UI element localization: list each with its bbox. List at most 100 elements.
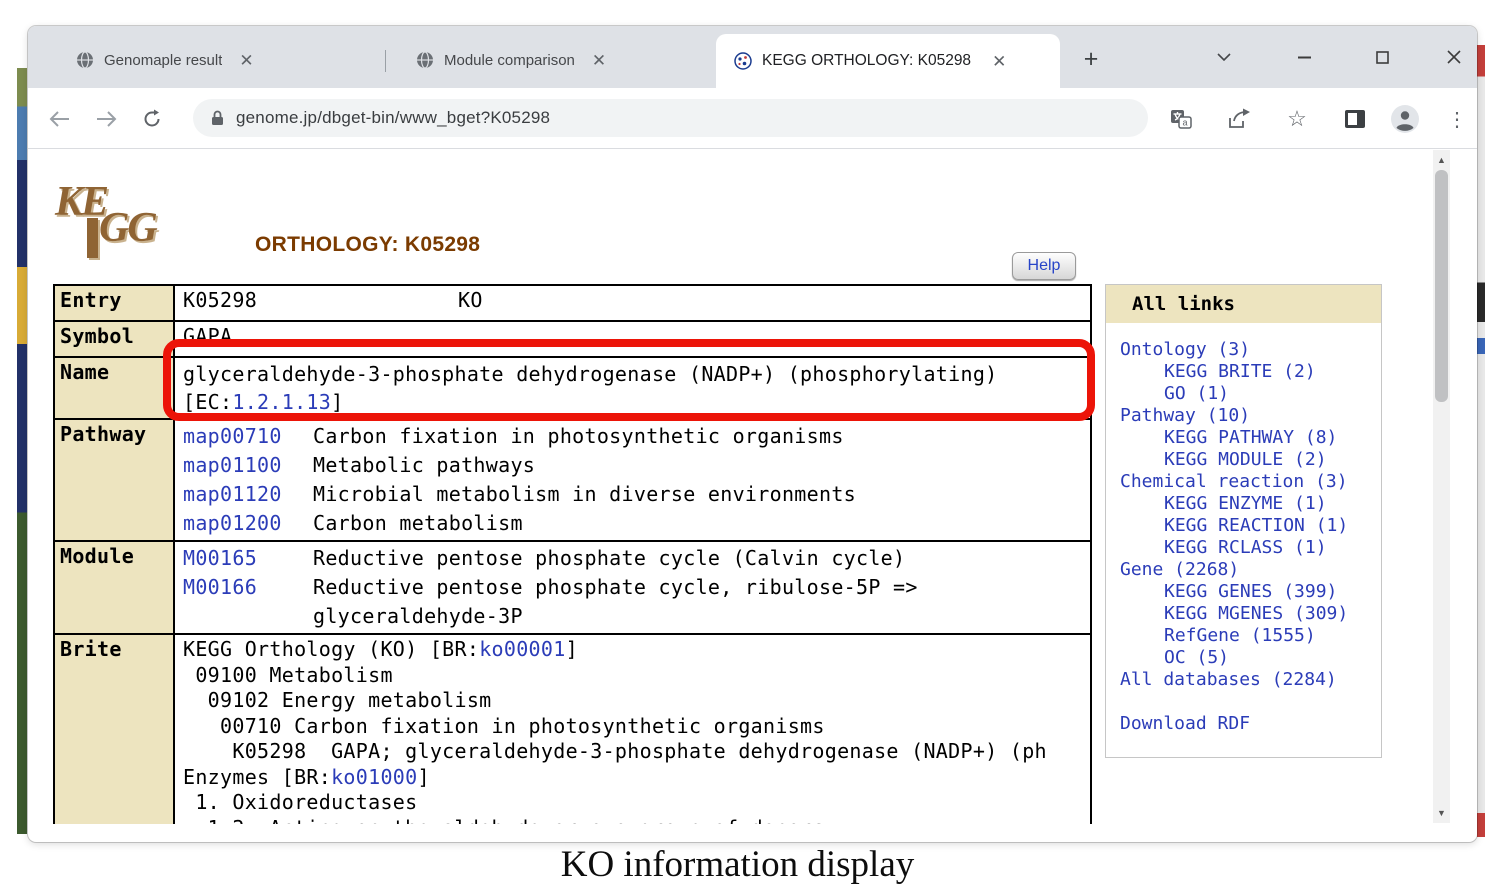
- row-label: Pathway: [55, 420, 175, 540]
- ec-link[interactable]: 1.2.1.13: [232, 390, 331, 414]
- module-desc: Reductive pentose phosphate cycle, ribul…: [313, 575, 918, 599]
- close-icon[interactable]: ✕: [989, 53, 1009, 70]
- pathway-item: map01120Microbial metabolism in diverse …: [183, 480, 1090, 509]
- pathway-link[interactable]: map01100: [183, 451, 313, 480]
- pathway-link[interactable]: map00710: [183, 422, 313, 451]
- symbol-value: GAPA: [183, 324, 232, 348]
- brite-line: 1.2 Acting on the aldehyde or oxo group …: [183, 816, 1090, 825]
- sidebar-link-oc[interactable]: OC (5): [1120, 647, 1375, 669]
- kegg-logo: KE GG: [55, 186, 167, 262]
- row-label: Brite: [55, 635, 175, 824]
- desktop-edge-left: [17, 68, 27, 834]
- close-icon[interactable]: ✕: [236, 52, 256, 69]
- translate-icon[interactable]: a: [1166, 104, 1196, 134]
- pathway-desc: Carbon metabolism: [313, 511, 523, 535]
- sidebar-link-kegg-rclass[interactable]: KEGG RCLASS (1): [1120, 537, 1375, 559]
- pathway-desc: Carbon fixation in photosynthetic organi…: [313, 424, 844, 448]
- entry-id: K05298: [183, 288, 458, 312]
- sidebar-link-kegg-pathway[interactable]: KEGG PATHWAY (8): [1120, 427, 1375, 449]
- pathway-link[interactable]: map01200: [183, 509, 313, 538]
- minimize-button[interactable]: [1284, 40, 1324, 74]
- new-tab-button[interactable]: +: [1074, 42, 1108, 76]
- table-row-brite: Brite KEGG Orthology (KO) [BR:ko00001] 0…: [55, 635, 1090, 824]
- scrollbar-thumb[interactable]: [1435, 170, 1448, 402]
- tab-kegg-orthology-active[interactable]: KEGG ORTHOLOGY: K05298 ✕: [716, 34, 1060, 88]
- brite-line: 09102 Energy metabolism: [183, 688, 1090, 714]
- pathway-link[interactable]: map01120: [183, 480, 313, 509]
- svg-text:a: a: [1182, 118, 1187, 128]
- name-ec-line: [EC:1.2.1.13]: [183, 388, 1090, 416]
- brite-text: Enzymes [BR:: [183, 765, 331, 789]
- tab-genomaple-result[interactable]: Genomaple result ✕: [76, 40, 376, 80]
- tab-separator: [385, 50, 386, 72]
- kegg-logo-bar: [87, 218, 98, 258]
- table-row-module: Module M00165Reductive pentose phosphate…: [55, 542, 1090, 635]
- tab-title: Genomaple result: [104, 52, 222, 69]
- back-button[interactable]: [46, 105, 74, 133]
- sidebar-link-refgene[interactable]: RefGene (1555): [1120, 625, 1375, 647]
- sidebar-link-kegg-genes[interactable]: KEGG GENES (399): [1120, 581, 1375, 603]
- table-row-name: Name glyceraldehyde-3-phosphate dehydrog…: [55, 358, 1090, 420]
- row-label: Name: [55, 358, 175, 418]
- brite-link[interactable]: ko01000: [331, 765, 417, 789]
- sidebar-header: All links: [1106, 285, 1381, 323]
- figure: Genomaple result ✕ Module comparison ✕ K…: [0, 0, 1495, 889]
- brite-text: ]: [417, 765, 429, 789]
- all-links-sidebar: All links Ontology (3) KEGG BRITE (2) GO…: [1105, 284, 1382, 758]
- sidebar-link-all-databases[interactable]: All databases (2284): [1120, 669, 1375, 691]
- maximize-button[interactable]: [1362, 40, 1402, 74]
- sidebar-link-kegg-module[interactable]: KEGG MODULE (2): [1120, 449, 1375, 471]
- side-panel-icon[interactable]: [1340, 104, 1370, 134]
- row-label: Module: [55, 542, 175, 633]
- share-icon[interactable]: [1224, 104, 1254, 134]
- pathway-desc: Microbial metabolism in diverse environm…: [313, 482, 856, 506]
- address-bar[interactable]: genome.jp/dbget-bin/www_bget?K05298: [193, 99, 1148, 137]
- search-tabs-chevron-icon[interactable]: [1204, 40, 1244, 74]
- kebab-menu-icon[interactable]: ⋮: [1442, 104, 1472, 134]
- close-window-button[interactable]: [1434, 40, 1474, 74]
- kegg-logo-text-bottom: GG: [99, 204, 156, 252]
- sidebar-link-kegg-brite[interactable]: KEGG BRITE (2): [1120, 361, 1375, 383]
- help-button[interactable]: Help: [1012, 252, 1076, 280]
- scroll-down-arrow-icon[interactable]: ▼: [1433, 805, 1450, 821]
- pathway-desc: Metabolic pathways: [313, 453, 535, 477]
- scroll-up-arrow-icon[interactable]: ▲: [1433, 152, 1450, 168]
- brite-line: KEGG Orthology (KO) [BR:ko00001]: [183, 637, 1090, 663]
- browser-window: Genomaple result ✕ Module comparison ✕ K…: [28, 26, 1477, 842]
- ec-close: ]: [331, 390, 343, 414]
- entry-type: KO: [458, 288, 483, 312]
- bookmark-star-icon[interactable]: ☆: [1282, 104, 1312, 134]
- sidebar-link-go[interactable]: GO (1): [1120, 383, 1375, 405]
- figure-caption: KO information display: [0, 843, 1475, 886]
- sidebar-link-pathway[interactable]: Pathway (10): [1120, 405, 1375, 427]
- sidebar-link-kegg-enzyme[interactable]: KEGG ENZYME (1): [1120, 493, 1375, 515]
- profile-avatar[interactable]: [1390, 104, 1420, 134]
- sidebar-body: Ontology (3) KEGG BRITE (2) GO (1) Pathw…: [1106, 323, 1381, 757]
- module-link[interactable]: M00165: [183, 544, 313, 573]
- sidebar-link-ontology[interactable]: Ontology (3): [1120, 339, 1375, 361]
- module-item: M00166Reductive pentose phosphate cycle,…: [183, 573, 1090, 602]
- pathway-item: map01100Metabolic pathways: [183, 451, 1090, 480]
- brite-link[interactable]: ko00001: [479, 637, 565, 661]
- close-icon[interactable]: ✕: [589, 52, 609, 69]
- brite-line: 09100 Metabolism: [183, 663, 1090, 689]
- sidebar-link-kegg-reaction[interactable]: KEGG REACTION (1): [1120, 515, 1375, 537]
- brite-line: 1. Oxidoreductases: [183, 790, 1090, 816]
- tab-strip: Genomaple result ✕ Module comparison ✕ K…: [28, 26, 1477, 88]
- brite-line: K05298 GAPA; glyceraldehyde-3-phosphate …: [183, 739, 1090, 765]
- row-label: Entry: [55, 286, 175, 320]
- download-rdf-link[interactable]: Download RDF: [1120, 713, 1375, 735]
- table-row-symbol: Symbol GAPA: [55, 322, 1090, 358]
- table-row-entry: Entry K05298KO: [55, 286, 1090, 322]
- tab-module-comparison[interactable]: Module comparison ✕: [416, 40, 698, 80]
- tab-title: Module comparison: [444, 52, 575, 69]
- module-link[interactable]: M00166: [183, 573, 313, 602]
- reload-button[interactable]: [138, 105, 166, 133]
- forward-button[interactable]: [92, 105, 120, 133]
- sidebar-link-chemical-reaction[interactable]: Chemical reaction (3): [1120, 471, 1375, 493]
- sidebar-link-gene[interactable]: Gene (2268): [1120, 559, 1375, 581]
- brite-line: Enzymes [BR:ko01000]: [183, 765, 1090, 791]
- page-scrollbar[interactable]: ▲ ▼: [1433, 150, 1450, 823]
- entry-table: Entry K05298KO Symbol GAPA Name glyceral…: [53, 284, 1092, 824]
- sidebar-link-kegg-mgenes[interactable]: KEGG MGENES (309): [1120, 603, 1375, 625]
